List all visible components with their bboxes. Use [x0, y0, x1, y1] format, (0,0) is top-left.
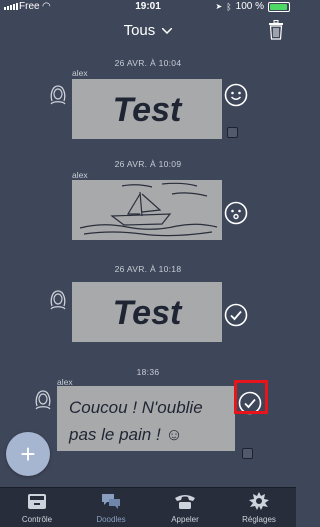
tab-doodles[interactable]: Doodles [74, 488, 148, 527]
filter-title: Tous [123, 22, 156, 39]
doodle-card[interactable]: Test [72, 282, 222, 342]
tab-label: Contrôle [21, 515, 53, 524]
message-sender: alex [72, 68, 88, 78]
filter-dropdown[interactable]: Tous [0, 22, 296, 39]
battery-icon [268, 1, 290, 12]
gear-icon [249, 492, 269, 510]
doodle-thumbnail-icon[interactable] [227, 127, 238, 138]
tab-label: Doodles [96, 515, 126, 524]
doodle-text-line1: Coucou ! N'oublie [69, 398, 203, 417]
smiley-icon[interactable] [224, 83, 248, 107]
doodle-text: Test [113, 91, 183, 129]
location-icon: ➤ [215, 2, 223, 11]
new-doodle-button[interactable]: + [6, 432, 50, 476]
tab-appeler[interactable]: Appeler [148, 488, 222, 527]
highlight-box [234, 380, 268, 414]
tab-label: Réglages [242, 515, 276, 524]
status-bar: Free ◠ 19:01 ➤ ᛒ 100 % [0, 0, 296, 14]
avatar-icon [50, 290, 66, 310]
message-timestamp: 26 AVR. À 10:18 [114, 264, 182, 274]
avatar-icon [50, 85, 66, 105]
sent-check-icon[interactable] [224, 303, 248, 327]
doodle-text-line2: pas le pain ! ☺ [68, 425, 183, 444]
surprised-face-icon[interactable] [224, 201, 248, 225]
avatar-icon [35, 390, 51, 410]
message-timestamp: 26 AVR. À 10:04 [114, 58, 182, 68]
tab-controle[interactable]: Contrôle [0, 488, 74, 527]
doodle-text: Test [113, 294, 183, 332]
doodle-thumbnail-icon[interactable] [242, 448, 253, 459]
header: Tous [0, 14, 296, 50]
doodle-feed[interactable]: 26 AVR. À 10:04 alex Test 26 AVR. À 10:0… [0, 50, 296, 487]
doodle-card[interactable]: Coucou ! N'oublie pas le pain ! ☺ [57, 386, 235, 451]
doodle-card[interactable] [72, 180, 222, 240]
plus-icon: + [20, 439, 36, 469]
chevron-down-icon [162, 28, 173, 35]
doodle-card[interactable]: Test [72, 79, 222, 139]
console-icon [28, 494, 46, 509]
chat-bubbles-icon [102, 494, 120, 509]
message-sender: alex [72, 170, 88, 180]
message-timestamp: 26 AVR. À 10:09 [114, 159, 182, 169]
message-timestamp: 18:36 [136, 367, 160, 377]
tab-bar: Contrôle Doodles Appeler Réglages [0, 487, 296, 527]
battery-percent: 100 % [235, 1, 264, 12]
phone-icon [175, 495, 195, 509]
bluetooth-icon: ᛒ [226, 1, 232, 12]
tab-label: Appeler [171, 515, 199, 524]
trash-icon[interactable] [268, 20, 284, 40]
tab-reglages[interactable]: Réglages [222, 488, 296, 527]
